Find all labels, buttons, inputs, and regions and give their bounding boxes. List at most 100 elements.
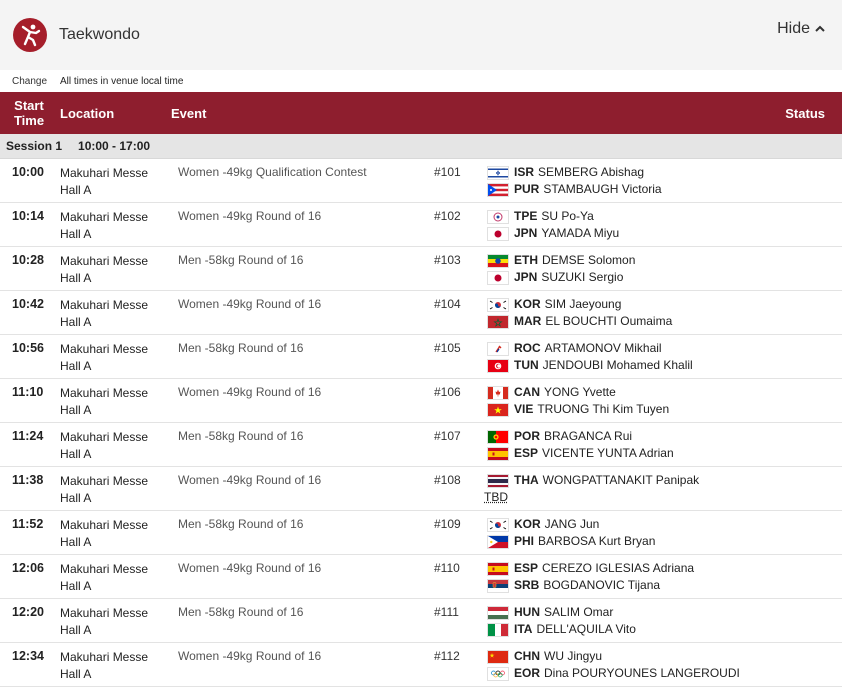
- country-code: VIE: [514, 401, 533, 418]
- competitor[interactable]: PUR STAMBAUGH Victoria: [487, 181, 662, 198]
- competitor-name: SALIM Omar: [544, 604, 613, 621]
- competitor-name: TRUONG Thi Kim Tuyen: [537, 401, 669, 418]
- competitor[interactable]: TPE SU Po-Ya: [487, 208, 619, 225]
- competitor[interactable]: MAR EL BOUCHTI Oumaima: [487, 313, 672, 330]
- country-code: ISR: [514, 164, 534, 181]
- competitor[interactable]: EOR Dina POURYOUNES LANGEROUDI: [487, 665, 740, 682]
- competitor-name: CEREZO IGLESIAS Adriana: [542, 560, 694, 577]
- competitor[interactable]: ITA DELL'AQUILA Vito: [487, 621, 636, 638]
- location: Makuhari Messe Hall A: [60, 429, 160, 463]
- competitor[interactable]: KOR SIM Jaeyoung: [487, 296, 672, 313]
- flag-roc-icon: [487, 342, 509, 356]
- competitor[interactable]: KOR JANG Jun: [487, 516, 655, 533]
- country-code: POR: [514, 428, 540, 445]
- schedule-row[interactable]: 12:34 Makuhari Messe Hall A Women -49kg …: [0, 643, 842, 687]
- schedule-row[interactable]: 12:06 Makuhari Messe Hall A Women -49kg …: [0, 555, 842, 599]
- competitor[interactable]: CHN WU Jingyu: [487, 648, 740, 665]
- schedule-row[interactable]: 10:14 Makuhari Messe Hall A Women -49kg …: [0, 203, 842, 247]
- competitor[interactable]: ESP CEREZO IGLESIAS Adriana: [487, 560, 694, 577]
- schedule-row[interactable]: 10:28 Makuhari Messe Hall A Men -58kg Ro…: [0, 247, 842, 291]
- start-time: 10:00: [12, 165, 44, 179]
- competitor-name: EL BOUCHTI Oumaima: [545, 313, 672, 330]
- flag-tha-icon: [487, 474, 509, 488]
- venue-hall: Hall A: [60, 358, 160, 375]
- match-number: #111: [434, 605, 459, 619]
- schedule-row[interactable]: 10:56 Makuhari Messe Hall A Men -58kg Ro…: [0, 335, 842, 379]
- competitor[interactable]: THA WONGPATTANAKIT Panipak: [487, 472, 699, 489]
- competitors: HUN SALIM Omar ITA DELL'AQUILA Vito: [487, 604, 636, 638]
- schedule-row[interactable]: 10:00 Makuhari Messe Hall A Women -49kg …: [0, 159, 842, 203]
- match-number: #108: [434, 473, 461, 487]
- start-time: 11:24: [12, 429, 43, 443]
- event-name: Women -49kg Round of 16: [178, 649, 321, 663]
- schedule-row[interactable]: 11:10 Makuhari Messe Hall A Women -49kg …: [0, 379, 842, 423]
- competitor[interactable]: ETH DEMSE Solomon: [487, 252, 635, 269]
- flag-eor-icon: [487, 667, 509, 681]
- match-number: #104: [434, 297, 461, 311]
- country-code: PUR: [514, 181, 539, 198]
- competitor[interactable]: JPN YAMADA Miyu: [487, 225, 619, 242]
- venue-name: Makuhari Messe: [60, 297, 160, 314]
- venue-hall: Hall A: [60, 314, 160, 331]
- venue-name: Makuhari Messe: [60, 561, 160, 578]
- competitor[interactable]: SRB BOGDANOVIC Tijana: [487, 577, 694, 594]
- competitor-name: BARBOSA Kurt Bryan: [538, 533, 655, 550]
- competitor[interactable]: JPN SUZUKI Sergio: [487, 269, 635, 286]
- flag-vie-icon: [487, 403, 509, 417]
- session-label: Session 1: [6, 139, 62, 153]
- flag-phi-icon: [487, 535, 509, 549]
- competitor[interactable]: ESP VICENTE YUNTA Adrian: [487, 445, 674, 462]
- competitor[interactable]: CAN YONG Yvette: [487, 384, 669, 401]
- competitor[interactable]: PHI BARBOSA Kurt Bryan: [487, 533, 655, 550]
- schedule-row[interactable]: 11:38 Makuhari Messe Hall A Women -49kg …: [0, 467, 842, 511]
- start-time: 10:14: [12, 209, 44, 223]
- flag-esp-icon: [487, 447, 509, 461]
- competitor[interactable]: VIE TRUONG Thi Kim Tuyen: [487, 401, 669, 418]
- competitor-name: JANG Jun: [545, 516, 600, 533]
- competitors: ESP CEREZO IGLESIAS Adriana SRB BOGDANOV…: [487, 560, 694, 594]
- competitor-name: SIM Jaeyoung: [545, 296, 622, 313]
- start-time: 10:28: [12, 253, 44, 267]
- competitor[interactable]: ISR SEMBERG Abishag: [487, 164, 662, 181]
- venue-name: Makuhari Messe: [60, 605, 160, 622]
- venue-name: Makuhari Messe: [60, 649, 160, 666]
- event-name: Women -49kg Round of 16: [178, 473, 321, 487]
- flag-tun-icon: [487, 359, 509, 373]
- chevron-up-icon: [814, 24, 826, 34]
- event-name: Women -49kg Round of 16: [178, 561, 321, 575]
- venue-name: Makuhari Messe: [60, 429, 160, 446]
- venue-hall: Hall A: [60, 490, 160, 507]
- competitor-name: SEMBERG Abishag: [538, 164, 644, 181]
- event-name: Men -58kg Round of 16: [178, 341, 303, 355]
- schedule-row[interactable]: 11:52 Makuhari Messe Hall A Men -58kg Ro…: [0, 511, 842, 555]
- schedule-row[interactable]: 12:20 Makuhari Messe Hall A Men -58kg Ro…: [0, 599, 842, 643]
- country-code: ROC: [514, 340, 541, 357]
- flag-hun-icon: [487, 606, 509, 620]
- hide-button[interactable]: Hide: [777, 20, 826, 38]
- competitors: KOR JANG Jun PHI BARBOSA Kurt Bryan: [487, 516, 655, 550]
- times-note: All times in venue local time: [60, 76, 183, 87]
- schedule-row[interactable]: 10:42 Makuhari Messe Hall A Women -49kg …: [0, 291, 842, 335]
- flag-chn-icon: [487, 650, 509, 664]
- competitor[interactable]: POR BRAGANCA Rui: [487, 428, 674, 445]
- venue-hall: Hall A: [60, 578, 160, 595]
- competitor-name: DELL'AQUILA Vito: [536, 621, 635, 638]
- session-row: Session 1 10:00 - 17:00: [0, 134, 842, 159]
- flag-jpn-icon: [487, 271, 509, 285]
- venue-hall: Hall A: [60, 622, 160, 639]
- location: Makuhari Messe Hall A: [60, 341, 160, 375]
- competitor[interactable]: HUN SALIM Omar: [487, 604, 636, 621]
- competitors: ETH DEMSE Solomon JPN SUZUKI Sergio: [487, 252, 635, 286]
- match-number: #112: [434, 649, 460, 663]
- competitor[interactable]: TUN JENDOUBI Mohamed Khalil: [487, 357, 693, 374]
- competitor-name: STAMBAUGH Victoria: [543, 181, 661, 198]
- status-header: Status: [785, 92, 825, 134]
- flag-mar-icon: [487, 315, 509, 329]
- event-name: Men -58kg Round of 16: [178, 253, 303, 267]
- schedule-row[interactable]: 11:24 Makuhari Messe Hall A Men -58kg Ro…: [0, 423, 842, 467]
- change-link[interactable]: Change: [12, 76, 60, 87]
- competitors: KOR SIM Jaeyoung MAR EL BOUCHTI Oumaima: [487, 296, 672, 330]
- event-name: Women -49kg Round of 16: [178, 385, 321, 399]
- competitor[interactable]: ROC ARTAMONOV Mikhail: [487, 340, 693, 357]
- country-code: KOR: [514, 516, 541, 533]
